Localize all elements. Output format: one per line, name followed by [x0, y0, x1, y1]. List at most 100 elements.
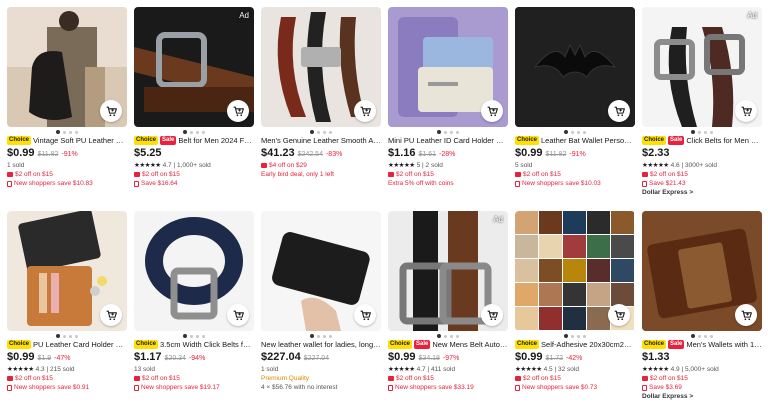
product-title[interactable]: Vintage Soft PU Leather Ladi... — [33, 136, 127, 145]
carousel-dot[interactable] — [564, 334, 568, 338]
product-card[interactable]: Choice Vintage Soft PU Leather Ladi... $0… — [7, 7, 127, 188]
product-title-row[interactable]: Choice Vintage Soft PU Leather Ladi... — [7, 135, 127, 146]
add-to-cart-icon[interactable] — [481, 100, 503, 122]
product-title-row[interactable]: Choice PU Leather Card Holder Busi... — [7, 339, 127, 350]
product-card[interactable]: Ad ChoiceSaleBelt for Men 2024 Famo... $… — [134, 7, 254, 188]
carousel-dot[interactable] — [710, 334, 713, 338]
product-title[interactable]: New leather wallet for ladies, long st..… — [261, 340, 381, 349]
product-image[interactable] — [642, 211, 762, 331]
carousel-dot[interactable] — [698, 130, 701, 134]
product-title[interactable]: Mini PU Leather ID Card Holder Coi... — [388, 136, 508, 145]
carousel-dot[interactable] — [450, 334, 453, 338]
add-to-cart-icon[interactable] — [608, 304, 630, 326]
carousel-dot[interactable] — [329, 334, 332, 338]
carousel-dot[interactable] — [202, 334, 205, 338]
add-to-cart-icon[interactable] — [608, 100, 630, 122]
carousel-dot[interactable] — [437, 334, 441, 338]
carousel-dot[interactable] — [56, 130, 60, 134]
carousel-dot[interactable] — [202, 130, 205, 134]
product-image[interactable]: Ad — [134, 7, 254, 127]
carousel-dot[interactable] — [583, 334, 586, 338]
product-title-row[interactable]: ChoiceSaleBelt for Men 2024 Famo... — [134, 135, 254, 146]
product-card[interactable]: Ad ChoiceSaleNew Mens Belt Automati... $… — [388, 211, 508, 392]
product-card[interactable]: New leather wallet for ladies, long st..… — [261, 211, 381, 392]
product-title[interactable]: Click Belts for Men Luxu... — [686, 136, 762, 145]
carousel-dot[interactable] — [190, 334, 193, 338]
add-to-cart-icon[interactable] — [735, 100, 757, 122]
product-card[interactable]: Men's Genuine Leather Smooth Aut... $41.… — [261, 7, 381, 179]
carousel-dot[interactable] — [183, 334, 187, 338]
product-title-row[interactable]: Men's Genuine Leather Smooth Aut... — [261, 135, 381, 146]
add-to-cart-icon[interactable] — [354, 304, 376, 326]
carousel-dot[interactable] — [56, 334, 60, 338]
product-image[interactable] — [7, 7, 127, 127]
product-card[interactable]: ChoiceLeather Bat Wallet Personaliz... $… — [515, 7, 635, 188]
dollar-express-link[interactable]: Dollar Express > — [642, 188, 762, 197]
carousel-dot[interactable] — [310, 334, 314, 338]
product-image[interactable] — [515, 211, 635, 331]
add-to-cart-icon[interactable] — [227, 100, 249, 122]
product-card[interactable]: Choice 3.5cm Width Click Belts for M... $… — [134, 211, 254, 392]
carousel-dot[interactable] — [571, 130, 574, 134]
product-image[interactable] — [261, 211, 381, 331]
product-image[interactable] — [388, 7, 508, 127]
carousel-dot[interactable] — [704, 334, 707, 338]
carousel-dot[interactable] — [583, 130, 586, 134]
add-to-cart-icon[interactable] — [354, 100, 376, 122]
product-title-row[interactable]: ChoiceSaleNew Mens Belt Automati... — [388, 339, 508, 350]
carousel-dot[interactable] — [317, 334, 320, 338]
carousel-dot[interactable] — [69, 130, 72, 134]
carousel-dot[interactable] — [63, 334, 66, 338]
carousel-dot[interactable] — [190, 130, 193, 134]
product-card[interactable]: Choice PU Leather Card Holder Busi... $0.… — [7, 211, 127, 392]
add-to-cart-icon[interactable] — [227, 304, 249, 326]
product-card[interactable]: Choice Self-Adhesive 20x30cm25x6... $0.99… — [515, 211, 635, 392]
product-title[interactable]: New Mens Belt Automati... — [432, 340, 508, 349]
product-title[interactable]: PU Leather Card Holder Busi... — [33, 340, 127, 349]
carousel-dot[interactable] — [196, 130, 199, 134]
carousel-dot[interactable] — [698, 334, 701, 338]
carousel-dot[interactable] — [444, 334, 447, 338]
carousel-dot[interactable] — [63, 130, 66, 134]
product-title-row[interactable]: ChoiceSaleClick Belts for Men Luxu... — [642, 135, 762, 146]
carousel-dot[interactable] — [564, 130, 568, 134]
product-title[interactable]: Men's Genuine Leather Smooth Aut... — [261, 136, 381, 145]
product-image[interactable] — [261, 7, 381, 127]
carousel-dot[interactable] — [196, 334, 199, 338]
carousel-dot[interactable] — [691, 334, 695, 338]
carousel-dot[interactable] — [329, 130, 332, 134]
carousel-dot[interactable] — [183, 130, 187, 134]
carousel-dot[interactable] — [75, 334, 78, 338]
carousel-dot[interactable] — [456, 130, 459, 134]
product-card[interactable]: Ad ChoiceSaleClick Belts for Men Luxu...… — [642, 7, 762, 197]
product-title-row[interactable]: Choice Self-Adhesive 20x30cm25x6... — [515, 339, 635, 350]
carousel-dot[interactable] — [571, 334, 574, 338]
add-to-cart-icon[interactable] — [481, 304, 503, 326]
carousel-dot[interactable] — [710, 130, 713, 134]
product-title-row[interactable]: Mini PU Leather ID Card Holder Coi... — [388, 135, 508, 146]
product-title[interactable]: 3.5cm Width Click Belts for M... — [160, 340, 254, 349]
carousel-dot[interactable] — [704, 130, 707, 134]
carousel-dot[interactable] — [450, 130, 453, 134]
product-image[interactable]: Ad — [642, 7, 762, 127]
product-title[interactable]: Belt for Men 2024 Famo... — [178, 136, 254, 145]
product-image[interactable] — [515, 7, 635, 127]
product-title-row[interactable]: New leather wallet for ladies, long st..… — [261, 339, 381, 350]
product-card[interactable]: ChoiceSaleMen's Wallets with 100 ... $1.… — [642, 211, 762, 401]
add-to-cart-icon[interactable] — [100, 100, 122, 122]
add-to-cart-icon[interactable] — [735, 304, 757, 326]
product-image[interactable] — [7, 211, 127, 331]
carousel-dot[interactable] — [456, 334, 459, 338]
carousel-dot[interactable] — [317, 130, 320, 134]
carousel-dot[interactable] — [323, 334, 326, 338]
product-image[interactable]: Ad — [388, 211, 508, 331]
product-card[interactable]: Mini PU Leather ID Card Holder Coi... $1… — [388, 7, 508, 188]
carousel-dot[interactable] — [437, 130, 441, 134]
product-image[interactable] — [134, 211, 254, 331]
carousel-dot[interactable] — [310, 130, 314, 134]
dollar-express-link[interactable]: Dollar Express > — [642, 392, 762, 401]
product-title[interactable]: Men's Wallets with 100 ... — [686, 340, 762, 349]
add-to-cart-icon[interactable] — [100, 304, 122, 326]
product-title[interactable]: Self-Adhesive 20x30cm25x6... — [541, 340, 635, 349]
carousel-dot[interactable] — [323, 130, 326, 134]
